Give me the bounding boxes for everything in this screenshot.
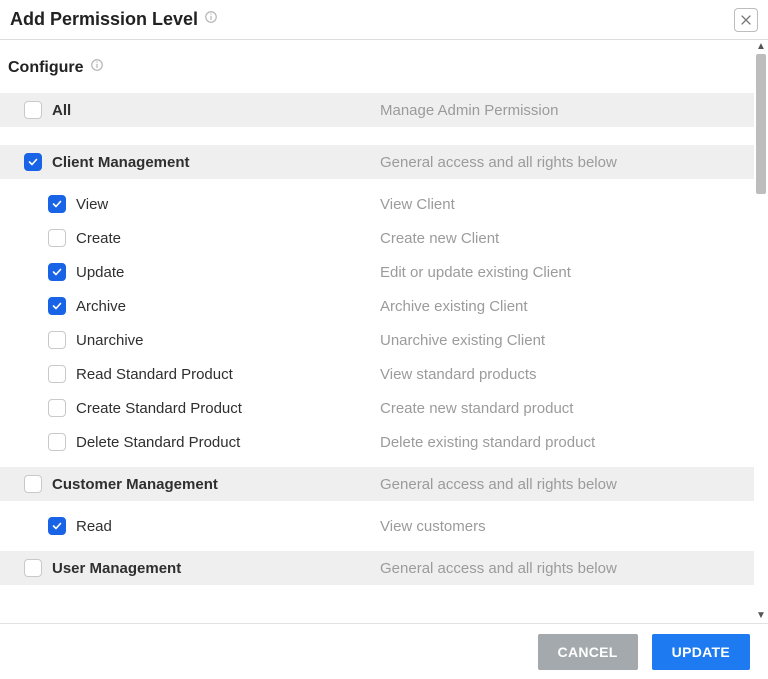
permission-child-row: View View Client — [0, 187, 754, 221]
checkbox[interactable] — [24, 153, 42, 171]
cancel-button[interactable]: CANCEL — [538, 634, 638, 670]
info-icon[interactable] — [90, 58, 104, 77]
scroll-track[interactable] — [754, 54, 768, 609]
permission-label: Create — [76, 230, 121, 247]
permission-description: General access and all rights below — [380, 560, 754, 577]
row-left: Create — [0, 229, 380, 247]
checkbox[interactable] — [48, 517, 66, 535]
permission-label: Read — [76, 518, 112, 535]
scroll-thumb[interactable] — [756, 54, 766, 194]
permission-description: Manage Admin Permission — [380, 102, 754, 119]
permission-label: Read Standard Product — [76, 366, 233, 383]
permission-label: View — [76, 196, 108, 213]
checkbox[interactable] — [24, 559, 42, 577]
permission-description: General access and all rights below — [380, 154, 754, 171]
permission-label: Create Standard Product — [76, 400, 242, 417]
dialog-title: Add Permission Level — [10, 9, 198, 30]
permission-child-row: Create Create new Client — [0, 221, 754, 255]
update-button[interactable]: UPDATE — [652, 634, 750, 670]
checkbox[interactable] — [48, 331, 66, 349]
checkbox[interactable] — [48, 263, 66, 281]
row-left: Unarchive — [0, 331, 380, 349]
permission-description: General access and all rights below — [380, 476, 754, 493]
permission-label: Archive — [76, 298, 126, 315]
dialog-body: Configure All Manage Admin Permission Clie… — [0, 40, 768, 623]
permission-child-row: Unarchive Unarchive existing Client — [0, 323, 754, 357]
permission-description: View Client — [380, 196, 754, 213]
row-left: View — [0, 195, 380, 213]
permission-label: Customer Management — [52, 476, 218, 493]
checkbox[interactable] — [48, 399, 66, 417]
row-left: Customer Management — [0, 475, 380, 493]
permission-child-row: Archive Archive existing Client — [0, 289, 754, 323]
row-left: All — [0, 101, 380, 119]
checkbox[interactable] — [48, 229, 66, 247]
permission-description: View standard products — [380, 366, 754, 383]
permission-group-row: User Management General access and all ri… — [0, 551, 754, 585]
row-left: Read Standard Product — [0, 365, 380, 383]
checkbox[interactable] — [48, 365, 66, 383]
checkbox[interactable] — [24, 101, 42, 119]
row-left: Read — [0, 517, 380, 535]
close-button[interactable] — [734, 8, 758, 32]
permission-rows: All Manage Admin Permission Client Managem… — [0, 93, 754, 585]
permission-child-row: Read Standard Product View standard produ… — [0, 357, 754, 391]
permission-label: All — [52, 102, 71, 119]
section-header: Configure — [0, 52, 754, 83]
permission-description: Create new Client — [380, 230, 754, 247]
permission-group-row: Client Management General access and all … — [0, 145, 754, 179]
dialog-header: Add Permission Level — [0, 0, 768, 40]
row-left: Client Management — [0, 153, 380, 171]
permission-group-row: All Manage Admin Permission — [0, 93, 754, 127]
row-left: User Management — [0, 559, 380, 577]
permission-child-row: Update Edit or update existing Client — [0, 255, 754, 289]
permission-description: Delete existing standard product — [380, 434, 754, 451]
row-left: Create Standard Product — [0, 399, 380, 417]
checkbox[interactable] — [48, 297, 66, 315]
row-left: Archive — [0, 297, 380, 315]
checkbox[interactable] — [24, 475, 42, 493]
permission-child-row: Create Standard Product Create new standa… — [0, 391, 754, 425]
scrollbar[interactable]: ▲ ▼ — [754, 40, 768, 623]
info-icon[interactable] — [204, 10, 218, 29]
permission-label: Update — [76, 264, 124, 281]
permission-description: Unarchive existing Client — [380, 332, 754, 349]
permission-label: Unarchive — [76, 332, 144, 349]
permission-description: Edit or update existing Client — [380, 264, 754, 281]
header-left: Add Permission Level — [10, 9, 218, 30]
permission-label: Delete Standard Product — [76, 434, 240, 451]
permission-child-row: Delete Standard Product Delete existing s… — [0, 425, 754, 459]
permission-label: Client Management — [52, 154, 190, 171]
section-title: Configure — [8, 59, 84, 77]
scroll-up-arrow[interactable]: ▲ — [754, 40, 768, 54]
checkbox[interactable] — [48, 195, 66, 213]
row-left: Update — [0, 263, 380, 281]
permission-description: Create new standard product — [380, 400, 754, 417]
permission-description: Archive existing Client — [380, 298, 754, 315]
scroll-area[interactable]: Configure All Manage Admin Permission Clie… — [0, 40, 754, 623]
permission-group-row: Customer Management General access and al… — [0, 467, 754, 501]
dialog-footer: CANCEL UPDATE — [0, 623, 768, 679]
permission-child-row: Read View customers — [0, 509, 754, 543]
scroll-down-arrow[interactable]: ▼ — [754, 609, 768, 623]
permission-description: View customers — [380, 518, 754, 535]
permission-label: User Management — [52, 560, 181, 577]
row-left: Delete Standard Product — [0, 433, 380, 451]
checkbox[interactable] — [48, 433, 66, 451]
